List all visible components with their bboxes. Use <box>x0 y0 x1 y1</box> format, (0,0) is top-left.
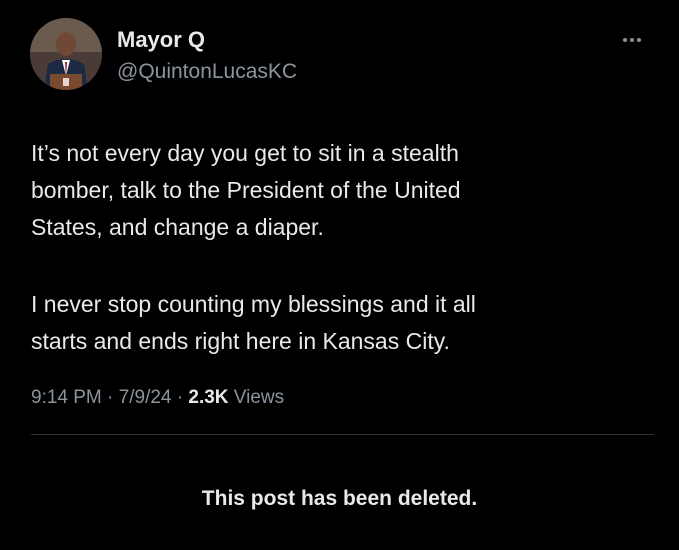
post-line: bomber, talk to the President of the Uni… <box>31 177 461 203</box>
post-meta: 9:14 PM · 7/9/24 · 2.3K Views <box>31 387 284 409</box>
display-name[interactable]: Mayor Q <box>117 27 205 53</box>
user-handle[interactable]: @QuintonLucasKC <box>117 60 297 84</box>
divider <box>31 434 654 435</box>
post-line: It’s not every day you get to sit in a s… <box>31 140 459 166</box>
post-card: Mayor Q @QuintonLucasKC It’s not every d… <box>0 0 679 550</box>
deleted-notice: This post has been deleted. <box>201 487 478 510</box>
post-time[interactable]: 9:14 PM <box>31 387 102 408</box>
meta-separator: · <box>176 387 184 408</box>
post-line: I never stop counting my blessings and i… <box>31 291 476 317</box>
avatar[interactable] <box>30 18 102 90</box>
post-line: starts and ends right here in Kansas Cit… <box>31 328 450 354</box>
post-line: States, and change a diaper. <box>31 214 324 240</box>
post-text: It’s not every day you get to sit in a s… <box>31 135 631 360</box>
views-count: 2.3K <box>188 387 229 408</box>
meta-separator: · <box>107 387 114 408</box>
views-label: Views <box>233 387 285 408</box>
profile-photo-icon <box>30 18 102 90</box>
post-date[interactable]: 7/9/24 <box>119 387 172 408</box>
more-options-icon[interactable] <box>614 30 650 50</box>
